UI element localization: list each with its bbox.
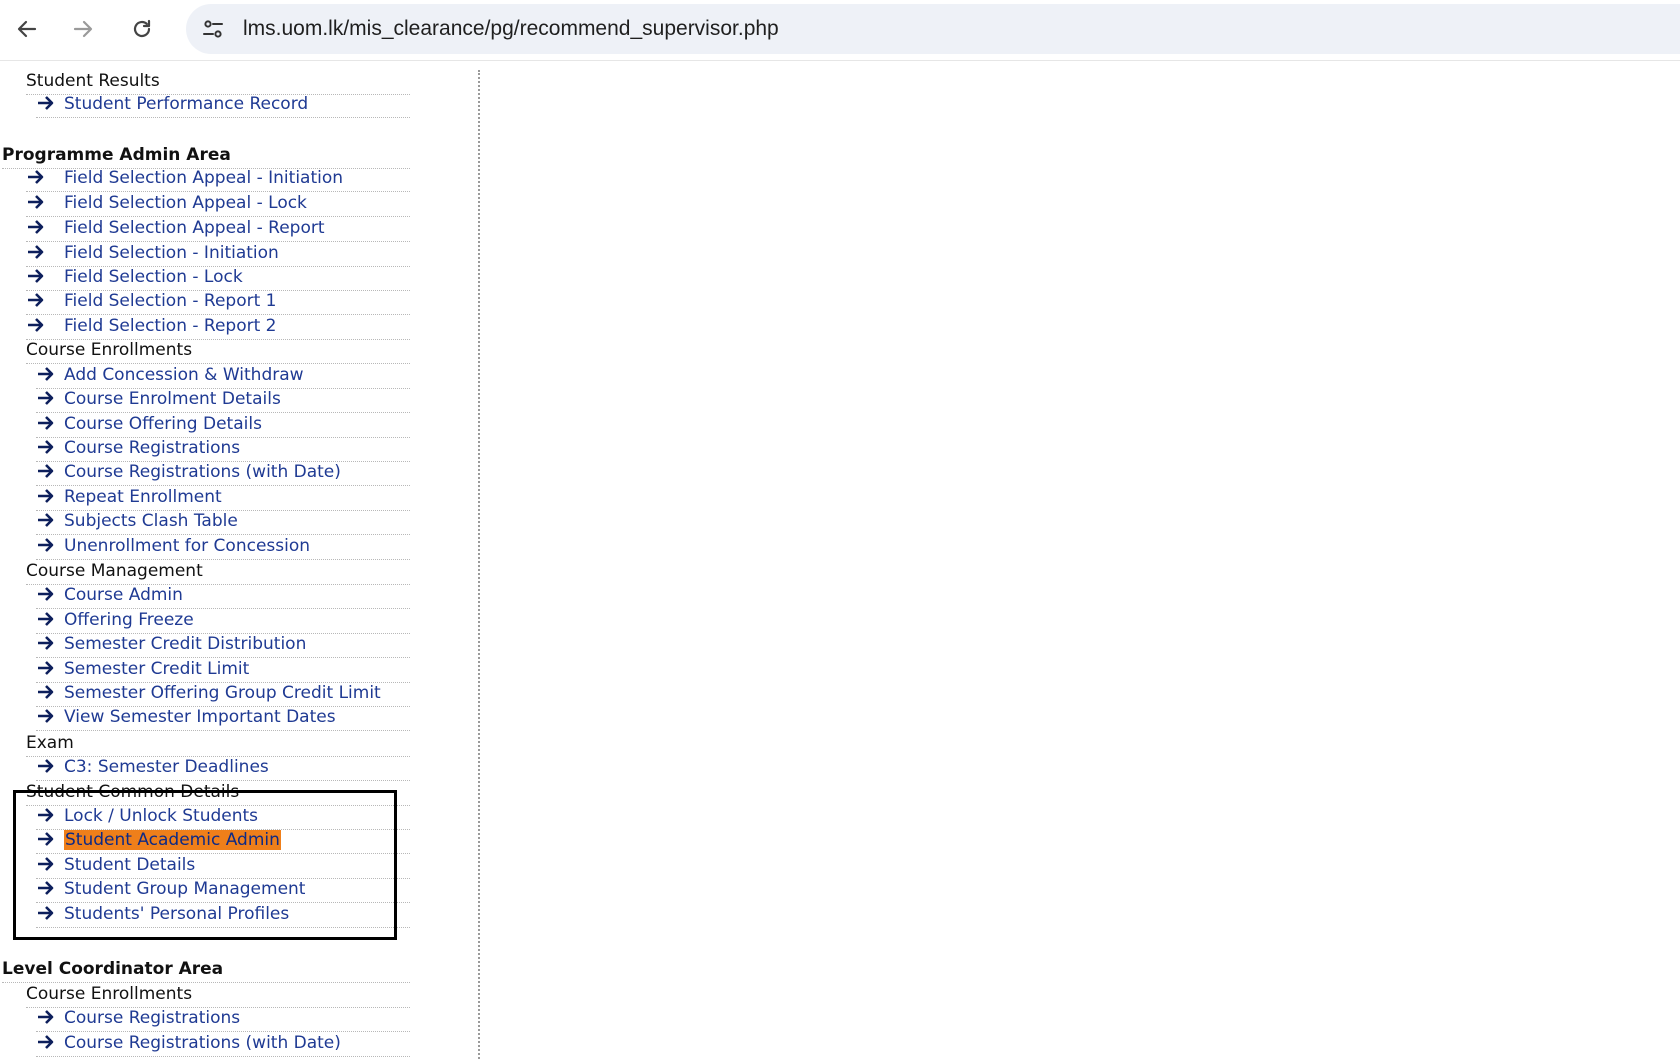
arrow-right-icon (36, 510, 64, 528)
menu-item[interactable]: Field Selection - Lock (26, 266, 410, 291)
reload-button[interactable] (125, 12, 159, 46)
arrow-right-icon (73, 20, 93, 38)
menu-link[interactable]: Repeat Enrollment (64, 487, 222, 507)
arrow-right-icon (36, 682, 64, 700)
menu-item[interactable]: Student Performance Record (36, 93, 410, 118)
arrow-right-icon (36, 461, 64, 479)
menu-link[interactable]: Field Selection - Report 2 (64, 316, 277, 336)
menu-link[interactable]: Add Concession & Withdraw (64, 365, 304, 385)
menu-link[interactable]: Course Registrations (64, 1008, 240, 1028)
arrow-right-icon (36, 658, 64, 676)
arrow-right-icon (36, 756, 64, 774)
menu-group-course-management: Course Management (26, 560, 410, 585)
menu-link[interactable]: Course Registrations (64, 438, 240, 458)
arrow-right-icon (26, 167, 64, 185)
menu-link[interactable]: Offering Freeze (64, 610, 194, 630)
menu-item[interactable]: Semester Credit Limit (36, 658, 410, 683)
menu-link[interactable]: View Semester Important Dates (64, 707, 336, 727)
menu-area-programme-admin: Programme Admin Area (2, 144, 410, 169)
highlight-box (13, 790, 397, 940)
menu-item[interactable]: Course Registrations (with Date) (36, 1032, 410, 1057)
menu-link[interactable]: Semester Credit Limit (64, 659, 249, 679)
menu-link[interactable]: Field Selection - Lock (64, 267, 243, 287)
menu-item[interactable]: Course Registrations (36, 437, 410, 462)
forward-button[interactable] (66, 12, 100, 46)
arrow-right-icon (36, 609, 64, 627)
menu-group-course-enrollments-lc: Course Enrollments (26, 983, 410, 1008)
arrow-right-icon (36, 486, 64, 504)
menu-item[interactable]: Course Registrations (36, 1007, 410, 1032)
arrow-right-icon (36, 1032, 64, 1050)
menu-item[interactable]: Course Enrolment Details (36, 388, 410, 413)
arrow-right-icon (36, 93, 64, 111)
browser-toolbar: lms.uom.lk/mis_clearance/pg/recommend_su… (0, 0, 1680, 61)
menu-link[interactable]: Course Offering Details (64, 414, 262, 434)
menu-link[interactable]: C3: Semester Deadlines (64, 757, 269, 777)
arrow-right-icon (36, 633, 64, 651)
menu-link[interactable]: Field Selection - Initiation (64, 243, 279, 263)
menu-link[interactable]: Course Enrolment Details (64, 389, 281, 409)
arrow-right-icon (26, 242, 64, 260)
menu-link[interactable]: Unenrollment for Concession (64, 536, 310, 556)
menu-group-student-results: Student Results (26, 70, 410, 95)
menu-link[interactable]: Subjects Clash Table (64, 511, 238, 531)
menu-item[interactable]: C3: Semester Deadlines (36, 756, 410, 781)
menu-link[interactable]: Field Selection - Report 1 (64, 291, 277, 311)
menu-item[interactable]: Semester Credit Distribution (36, 633, 410, 658)
arrow-right-icon (26, 315, 64, 333)
menu-item[interactable]: Offering Freeze (36, 609, 410, 634)
arrow-right-icon (36, 413, 64, 431)
menu-item[interactable]: Course Admin (36, 584, 410, 609)
arrow-right-icon (36, 388, 64, 406)
menu-link[interactable]: Course Admin (64, 585, 183, 605)
menu-item[interactable]: Field Selection Appeal - Report (26, 217, 410, 242)
arrow-left-icon (17, 20, 37, 38)
menu-link[interactable]: Student Performance Record (64, 94, 308, 114)
menu-link[interactable]: Field Selection Appeal - Lock (64, 193, 307, 213)
menu-area-level-coordinator: Level Coordinator Area (2, 958, 410, 983)
menu-item[interactable]: Course Registrations (with Date) (36, 461, 410, 486)
reload-icon (133, 19, 151, 38)
menu-link[interactable]: Semester Credit Distribution (64, 634, 306, 654)
menu-link[interactable]: Field Selection Appeal - Initiation (64, 168, 343, 188)
arrow-right-icon (36, 535, 64, 553)
menu-group-course-enrollments: Course Enrollments (26, 339, 410, 364)
arrow-right-icon (36, 364, 64, 382)
menu-item[interactable]: Field Selection Appeal - Initiation (26, 167, 410, 192)
arrow-right-icon (36, 584, 64, 602)
menu-item[interactable]: Unenrollment for Concession (36, 535, 410, 560)
menu-item[interactable]: Semester Offering Group Credit Limit (36, 682, 410, 707)
menu-item[interactable]: Repeat Enrollment (36, 486, 410, 511)
address-bar[interactable]: lms.uom.lk/mis_clearance/pg/recommend_su… (186, 4, 1680, 54)
menu-item[interactable]: Subjects Clash Table (36, 510, 410, 535)
menu-link[interactable]: Course Registrations (with Date) (64, 462, 341, 482)
menu-link[interactable]: Course Registrations (with Date) (64, 1033, 341, 1053)
menu-item[interactable]: Field Selection - Report 2 (26, 315, 410, 340)
tune-icon[interactable] (200, 16, 226, 42)
menu-group-exam: Exam (26, 732, 410, 757)
menu-item[interactable]: View Semester Important Dates (36, 706, 410, 731)
menu-item[interactable]: Field Selection - Initiation (26, 242, 410, 267)
menu-item[interactable]: Add Concession & Withdraw (36, 364, 410, 389)
arrow-right-icon (36, 1007, 64, 1025)
arrow-right-icon (26, 192, 64, 210)
url-text[interactable]: lms.uom.lk/mis_clearance/pg/recommend_su… (243, 17, 779, 41)
menu-link[interactable]: Semester Offering Group Credit Limit (64, 683, 381, 703)
arrow-right-icon (36, 706, 64, 724)
menu-link[interactable]: Field Selection Appeal - Report (64, 218, 325, 238)
menu-item[interactable]: Field Selection - Report 1 (26, 290, 410, 315)
arrow-right-icon (36, 437, 64, 455)
menu-item[interactable]: Field Selection Appeal - Lock (26, 192, 410, 217)
arrow-right-icon (26, 290, 64, 308)
arrow-right-icon (26, 266, 64, 284)
menu-item[interactable]: Course Offering Details (36, 413, 410, 438)
arrow-right-icon (26, 217, 64, 235)
back-button[interactable] (10, 12, 44, 46)
